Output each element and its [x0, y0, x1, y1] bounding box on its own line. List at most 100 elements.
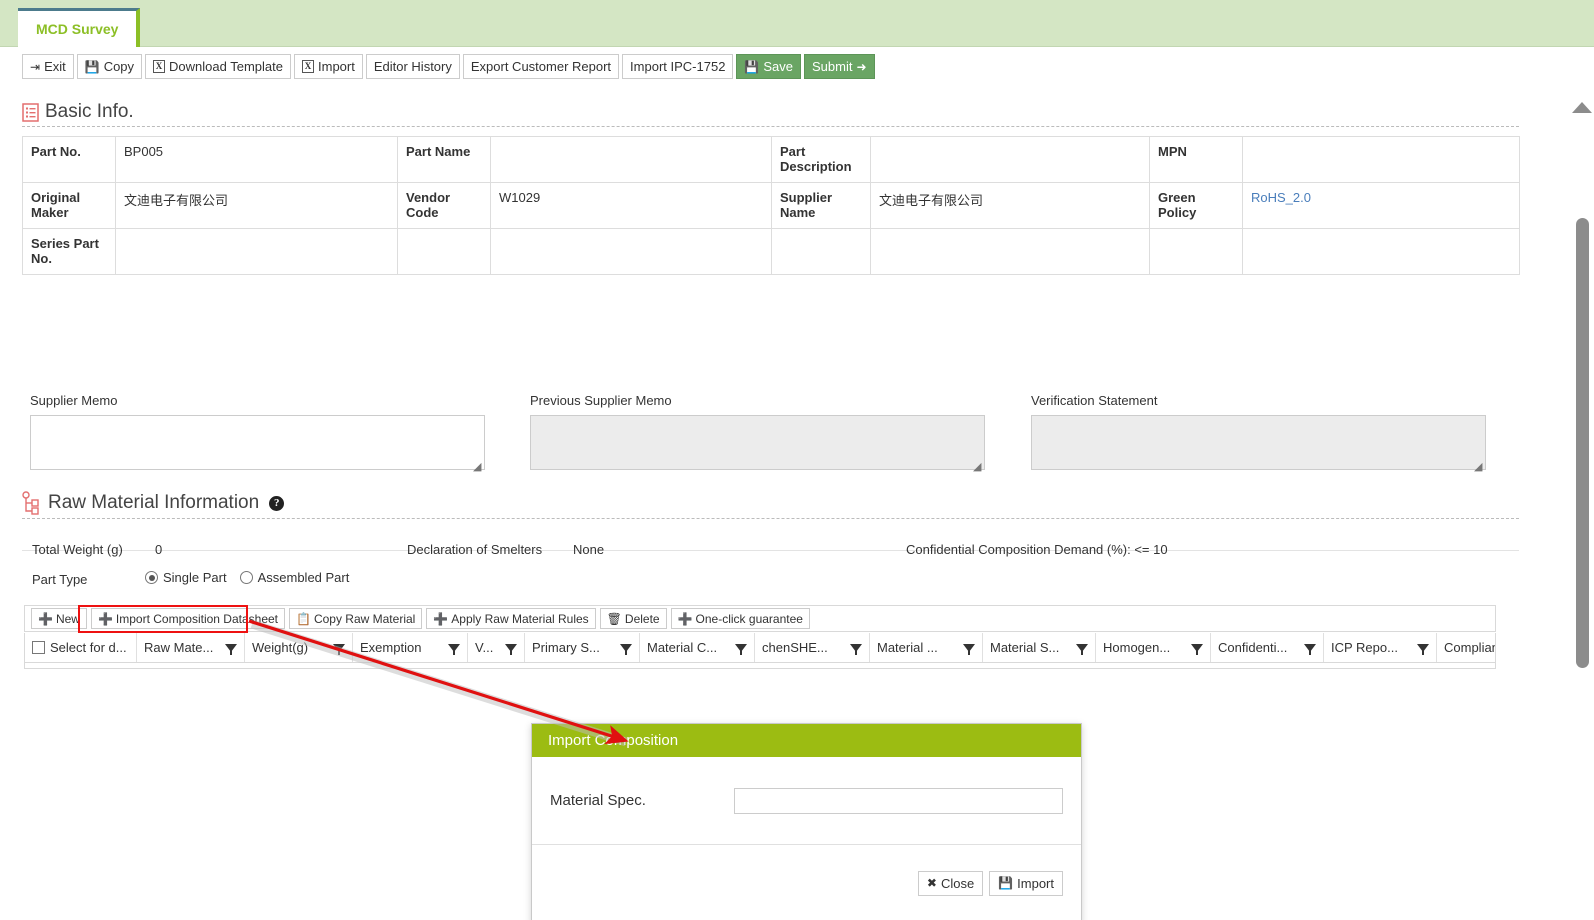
dialog-footer: ✖ Close 💾 Import — [532, 845, 1081, 920]
new-row-button[interactable]: ➕ New — [31, 608, 87, 629]
filter-icon[interactable] — [333, 643, 345, 655]
column-header-homogeneous[interactable]: Homogen... — [1096, 633, 1211, 662]
raw-material-divider — [22, 518, 1519, 519]
value-part-description[interactable] — [870, 136, 1150, 183]
vertical-scrollbar-thumb[interactable] — [1576, 218, 1589, 668]
exit-button[interactable]: ⇥ Exit — [22, 54, 74, 79]
question-icon[interactable]: ? — [269, 495, 285, 511]
value-part-name[interactable] — [490, 136, 772, 183]
previous-supplier-memo-group: Previous Supplier Memo ◢ — [530, 393, 985, 473]
tab-label: MCD Survey — [36, 21, 119, 37]
copy-button[interactable]: 💾 Copy — [76, 54, 143, 79]
import-button[interactable]: X Import — [294, 54, 363, 79]
column-header-compliance[interactable]: Complian... — [1437, 633, 1495, 662]
column-header-v[interactable]: V... — [468, 633, 525, 662]
value-vendor-code[interactable]: W1029 — [490, 182, 772, 229]
import-ipc-1752-button[interactable]: Import IPC-1752 — [622, 54, 734, 79]
column-header-raw-material[interactable]: Raw Mate... — [137, 633, 245, 662]
filter-icon[interactable] — [225, 643, 237, 655]
value-part-no[interactable]: BP005 — [115, 136, 398, 183]
basic-info-table: Part No. BP005 Part Name Part Descriptio… — [22, 136, 1520, 275]
filter-icon[interactable] — [1076, 643, 1088, 655]
raw-material-grid-toolbar: ➕ New ➕ Import Composition Datasheet 📋 C… — [24, 605, 1496, 632]
filter-icon[interactable] — [850, 643, 862, 655]
filter-icon[interactable] — [1304, 643, 1316, 655]
dialog-close-button[interactable]: ✖ Close — [917, 870, 984, 896]
main-toolbar: ⇥ Exit 💾 Copy X Download Template X Impo… — [0, 47, 1594, 86]
save-button-label: Save — [763, 59, 794, 74]
tab-mcd-survey[interactable]: MCD Survey — [18, 8, 141, 47]
export-customer-report-button[interactable]: Export Customer Report — [462, 54, 620, 79]
cell-green-policy: RoHS_2.0 — [1242, 182, 1520, 229]
value-supplier-name[interactable]: 文迪电子有限公司 — [870, 182, 1150, 229]
table-row: Series Part No. — [22, 228, 1520, 275]
green-policy-link[interactable]: RoHS_2.0 — [1251, 190, 1311, 205]
filter-icon[interactable] — [448, 643, 460, 655]
import-composition-datasheet-button[interactable]: ➕ Import Composition Datasheet — [90, 608, 285, 629]
column-label: Material ... — [877, 640, 938, 655]
content-pane: Basic Info. Part No. BP005 Part Name Par… — [0, 88, 1594, 668]
column-header-confidential[interactable]: Confidenti... — [1211, 633, 1324, 662]
column-header-material[interactable]: Material ... — [870, 633, 983, 662]
column-header-select-for-delete[interactable]: Select for d... — [25, 633, 137, 662]
radio-assembled-part[interactable] — [239, 571, 253, 584]
filter-icon[interactable] — [505, 643, 517, 655]
column-header-primary-s[interactable]: Primary S... — [525, 633, 640, 662]
delete-button[interactable]: 🗑 Delete — [599, 608, 667, 629]
filter-icon[interactable] — [620, 643, 632, 655]
label-part-description: Part Description — [771, 136, 871, 183]
plus-icon: ➕ — [677, 611, 693, 626]
tab-strip: MCD Survey — [0, 0, 1594, 47]
dialog-import-button-label: Import — [1017, 875, 1054, 891]
select-all-checkbox[interactable] — [32, 641, 45, 654]
filter-icon[interactable] — [735, 643, 747, 655]
column-label: V... — [475, 640, 494, 655]
value-mpn[interactable] — [1242, 136, 1520, 183]
save-disk-icon: 💾 — [998, 876, 1014, 890]
dialog-import-button[interactable]: 💾 Import — [989, 870, 1063, 896]
submit-button[interactable]: Submit ➜ — [804, 54, 875, 79]
value-original-maker[interactable]: 文迪电子有限公司 — [115, 182, 398, 229]
copy-button-label: Copy — [103, 59, 135, 74]
radio-single-part[interactable] — [145, 571, 158, 584]
total-weight-value: 0 — [155, 542, 163, 557]
download-template-button[interactable]: X Download Template — [145, 54, 291, 79]
basic-info-title: Basic Info. — [45, 101, 134, 122]
total-weight-label: Total Weight (g) — [32, 542, 123, 557]
section-divider — [22, 550, 1519, 551]
label-supplier-name: Supplier Name — [771, 182, 871, 229]
part-type-label: Part Type — [32, 572, 88, 587]
material-spec-input[interactable] — [734, 787, 1063, 814]
empty-cell-3 — [771, 228, 871, 275]
dialog-header: Import Composition — [532, 724, 1081, 757]
raw-material-grid-header: Select for d... Raw Mate... Weight(g) Ex… — [24, 633, 1496, 663]
apply-raw-material-rules-button[interactable]: ➕ Apply Raw Material Rules — [426, 608, 596, 629]
one-click-guarantee-button[interactable]: ➕ One-click guarantee — [670, 608, 810, 629]
raw-material-grid-body — [24, 663, 1496, 669]
value-series-part-no[interactable] — [115, 228, 398, 275]
column-header-icp-report[interactable]: ICP Repo... — [1324, 633, 1437, 662]
save-button[interactable]: 💾 Save — [736, 54, 802, 79]
column-header-material-s[interactable]: Material S... — [983, 633, 1096, 662]
copy-raw-material-button[interactable]: 📋 Copy Raw Material — [289, 608, 423, 629]
confidential-composition-demand-label: Confidential Composition Demand (%): <= … — [906, 542, 1168, 557]
column-label: Material S... — [990, 640, 1060, 655]
column-header-exemption[interactable]: Exemption — [353, 633, 468, 662]
filter-icon[interactable] — [1417, 643, 1429, 655]
label-green-policy: Green Policy — [1149, 182, 1243, 229]
excel-icon: X — [153, 60, 166, 73]
filter-icon[interactable] — [963, 643, 975, 655]
download-template-button-label: Download Template — [169, 59, 283, 74]
verification-statement-group: Verification Statement ◢ — [1031, 393, 1486, 473]
supplier-memo-label: Supplier Memo — [30, 393, 118, 408]
collapse-up-icon[interactable] — [1572, 102, 1592, 113]
raw-material-header: Raw Material Information ? — [22, 491, 285, 515]
column-label: Weight(g) — [252, 640, 309, 655]
column-header-material-c[interactable]: Material C... — [640, 633, 755, 662]
column-header-weight[interactable]: Weight(g) — [245, 633, 353, 662]
column-header-chenshe[interactable]: chenSHE... — [755, 633, 870, 662]
verification-statement-input — [1031, 415, 1486, 470]
editor-history-button[interactable]: Editor History — [365, 54, 460, 79]
filter-icon[interactable] — [1191, 643, 1203, 655]
supplier-memo-input[interactable] — [30, 415, 485, 470]
